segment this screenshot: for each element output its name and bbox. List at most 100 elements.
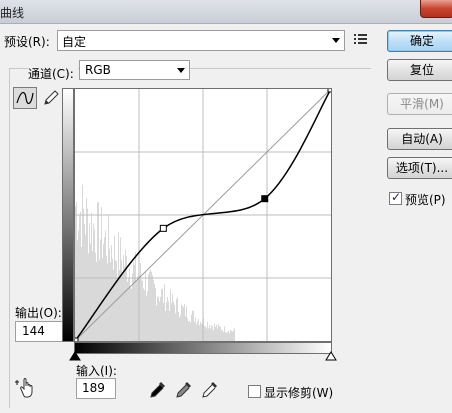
preview-checkbox[interactable]: ✓ [389, 190, 402, 205]
histogram-bar [113, 269, 114, 341]
histogram-bar [87, 208, 88, 341]
histogram-bar [162, 288, 163, 341]
output-field[interactable]: 144 [15, 321, 65, 342]
histogram-bar [225, 332, 226, 341]
eyedropper-black-icon[interactable] [149, 380, 167, 400]
chevron-down-icon [177, 68, 185, 73]
histogram-bar [189, 320, 190, 341]
input-field[interactable]: 189 [76, 378, 116, 399]
histogram-bar [208, 328, 209, 341]
histogram-bar [220, 326, 221, 341]
histogram-bar [218, 323, 219, 341]
histogram-bar [101, 207, 102, 341]
eyedropper-gray-icon[interactable] [175, 380, 193, 400]
eyedropper-white-icon[interactable] [201, 380, 219, 400]
histogram-bar [84, 223, 85, 341]
histogram-bar [111, 245, 112, 341]
histogram-bar [118, 232, 119, 341]
histogram-bar [80, 211, 81, 341]
histogram-bar [165, 310, 166, 341]
channel-label: 通道(C): [28, 65, 78, 82]
histogram-bar [204, 326, 205, 341]
histogram-bar [97, 202, 98, 341]
white-point-slider[interactable] [325, 351, 337, 361]
hand-adjust-icon[interactable] [15, 376, 37, 400]
channel-select[interactable]: RGB [79, 60, 190, 80]
curve-point[interactable] [71, 337, 79, 345]
histogram-bar [197, 321, 198, 341]
histogram-bar [149, 272, 150, 341]
histogram-bar [121, 259, 122, 341]
histogram-bar [184, 303, 185, 341]
curve-point[interactable] [159, 224, 167, 232]
title-bar[interactable]: 曲线 [0, 0, 452, 24]
histogram-bar [147, 291, 148, 341]
output-label: 输出(O): [15, 306, 62, 320]
histogram-bar [96, 262, 97, 341]
histogram-bar [92, 250, 93, 341]
histogram-bar [94, 229, 95, 341]
curve-tool-icon [16, 92, 34, 104]
histogram-bar [125, 249, 126, 341]
histogram-bar [169, 310, 170, 341]
pencil-icon[interactable] [42, 89, 60, 107]
histogram-bar [127, 281, 128, 341]
histogram-bar [164, 284, 165, 341]
histogram-bar [155, 287, 156, 341]
histogram-bar [137, 276, 138, 341]
reset-button[interactable]: 复位 [387, 59, 452, 81]
preset-label: 预设(R): [4, 35, 50, 49]
histogram-bar [86, 198, 87, 341]
curve-point[interactable] [327, 85, 335, 93]
histogram-bar [234, 328, 235, 341]
histogram-bar [215, 326, 216, 341]
auto-button[interactable]: 自动(A) [387, 128, 452, 150]
histogram-bar [103, 244, 104, 341]
histogram-bar [150, 269, 151, 341]
curve-tool-button[interactable] [13, 87, 37, 109]
histogram-bar [226, 332, 227, 341]
histogram-bar [99, 259, 100, 341]
histogram-bar [75, 206, 76, 341]
histogram-bar [98, 201, 99, 341]
histogram-bar [193, 310, 194, 341]
smooth-button[interactable]: 平滑(M) [387, 93, 452, 115]
black-point-slider[interactable] [69, 351, 81, 361]
histogram-bar [180, 315, 181, 341]
histogram-bar [119, 270, 120, 341]
histogram-bar [161, 289, 162, 341]
histogram-bar [77, 240, 78, 341]
options-button[interactable]: 选项(T)... [387, 157, 452, 179]
histogram-bar [76, 202, 77, 341]
histogram-bar [152, 275, 153, 341]
histogram-bar [219, 325, 220, 341]
curve-plot[interactable] [71, 85, 335, 345]
histogram-bar [141, 279, 142, 341]
histogram-bar [213, 330, 214, 341]
histogram-bar [133, 262, 134, 341]
histogram-bar [160, 296, 161, 341]
curve-point-selected[interactable] [261, 195, 269, 203]
list-menu-icon[interactable] [354, 32, 368, 46]
histogram-bar [109, 248, 110, 341]
preset-select[interactable]: 自定 [57, 30, 345, 51]
histogram-bar [153, 279, 154, 341]
checkmark-icon: ✓ [391, 190, 402, 204]
histogram-bar [91, 212, 92, 341]
histogram-bar [83, 208, 84, 341]
histogram-bar [130, 286, 131, 341]
histogram-bar [142, 280, 143, 341]
ok-button[interactable]: 确定 [387, 30, 452, 52]
histogram-bar [156, 305, 157, 341]
histogram-bar [232, 331, 233, 341]
histogram-bar [178, 311, 179, 341]
histogram-bar [106, 255, 107, 341]
histogram-bar [194, 322, 195, 341]
close-button[interactable] [420, 0, 452, 18]
histogram-bar [177, 297, 178, 341]
show-clipping-checkbox[interactable] [248, 385, 261, 398]
curve-graph[interactable] [71, 85, 335, 345]
histogram-bar [145, 272, 146, 341]
histogram-bar [228, 331, 229, 341]
histogram-bar [206, 328, 207, 341]
